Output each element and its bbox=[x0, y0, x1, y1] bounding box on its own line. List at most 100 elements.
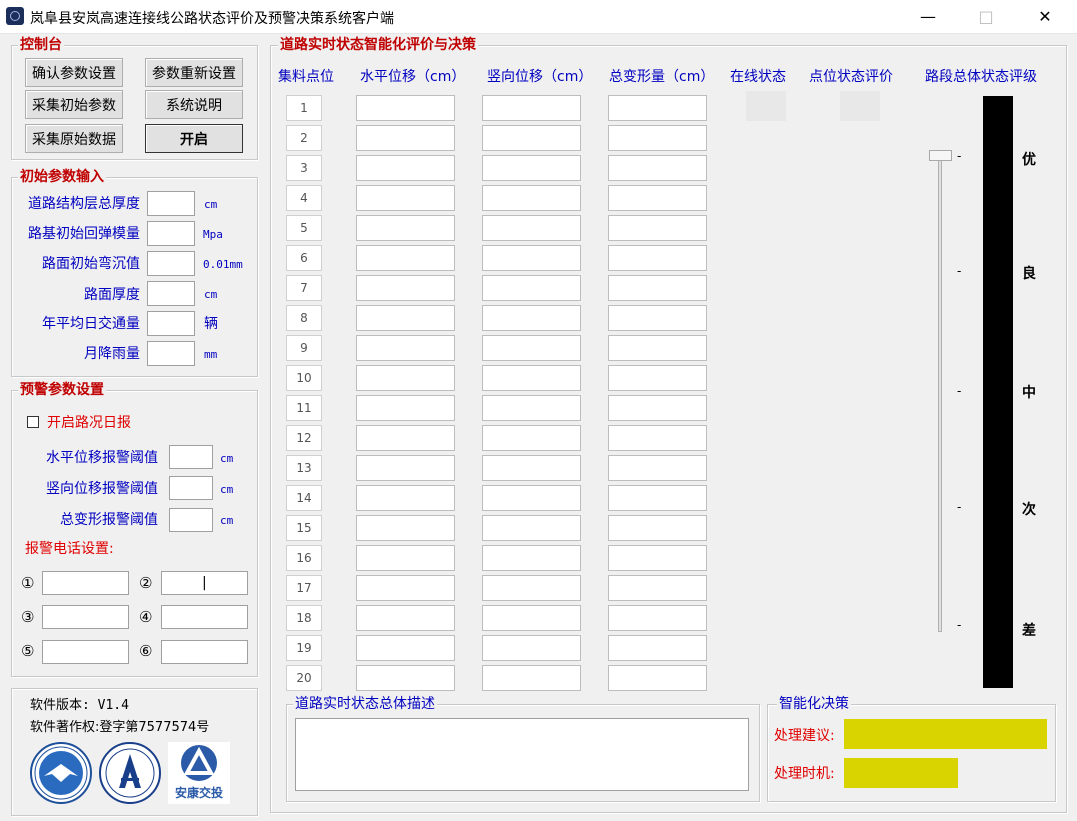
total-cell[interactable] bbox=[608, 395, 707, 421]
minimize-button[interactable]: — bbox=[905, 0, 951, 33]
total-cell[interactable] bbox=[608, 305, 707, 331]
total-cell[interactable] bbox=[608, 545, 707, 571]
grade-poor: 差 bbox=[1022, 623, 1036, 639]
vertical-cell[interactable] bbox=[482, 155, 581, 181]
total-cell[interactable] bbox=[608, 95, 707, 121]
row-point-label: 2 bbox=[286, 125, 322, 151]
start-button[interactable]: 开启 bbox=[145, 124, 243, 153]
horizontal-cell[interactable] bbox=[356, 545, 455, 571]
horizontal-cell[interactable] bbox=[356, 125, 455, 151]
total-cell[interactable] bbox=[608, 485, 707, 511]
rainfall-input[interactable] bbox=[147, 341, 195, 366]
collect-raw-button[interactable]: 采集原始数据 bbox=[25, 124, 123, 153]
traffic-unit: 辆 bbox=[204, 316, 218, 332]
vertical-cell[interactable] bbox=[482, 125, 581, 151]
description-textarea[interactable] bbox=[295, 718, 749, 791]
phone-5-number: ⑤ bbox=[21, 642, 35, 660]
total-cell[interactable] bbox=[608, 155, 707, 181]
vertical-cell[interactable] bbox=[482, 425, 581, 451]
total-cell[interactable] bbox=[608, 335, 707, 361]
row-point-label: 16 bbox=[286, 545, 322, 571]
vertical-cell[interactable] bbox=[482, 575, 581, 601]
horizontal-cell[interactable] bbox=[356, 95, 455, 121]
horizontal-cell[interactable] bbox=[356, 185, 455, 211]
total-cell[interactable] bbox=[608, 125, 707, 151]
horizontal-cell[interactable] bbox=[356, 665, 455, 691]
total-cell[interactable] bbox=[608, 635, 707, 661]
vertical-cell[interactable] bbox=[482, 185, 581, 211]
horizontal-cell[interactable] bbox=[356, 635, 455, 661]
row-point-label: 19 bbox=[286, 635, 322, 661]
horizontal-cell[interactable] bbox=[356, 275, 455, 301]
horizontal-cell[interactable] bbox=[356, 605, 455, 631]
total-cell[interactable] bbox=[608, 515, 707, 541]
horizontal-threshold-input[interactable] bbox=[169, 445, 213, 469]
total-cell[interactable] bbox=[608, 665, 707, 691]
horizontal-cell[interactable] bbox=[356, 455, 455, 481]
horizontal-cell[interactable] bbox=[356, 155, 455, 181]
vertical-cell[interactable] bbox=[482, 515, 581, 541]
phone-6-input[interactable] bbox=[161, 640, 248, 664]
vertical-cell[interactable] bbox=[482, 455, 581, 481]
horizontal-cell[interactable] bbox=[356, 485, 455, 511]
pavement-thickness-input[interactable] bbox=[147, 281, 195, 306]
phone-5-input[interactable] bbox=[42, 640, 129, 664]
thickness-input[interactable] bbox=[147, 191, 195, 216]
horizontal-cell[interactable] bbox=[356, 575, 455, 601]
traffic-label: 年平均日交通量 bbox=[42, 316, 140, 332]
vertical-cell[interactable] bbox=[482, 665, 581, 691]
warning-title: 预警参数设置 bbox=[18, 382, 106, 398]
total-cell[interactable] bbox=[608, 215, 707, 241]
vertical-cell[interactable] bbox=[482, 365, 581, 391]
phone-1-input[interactable] bbox=[42, 571, 129, 595]
traffic-input[interactable] bbox=[147, 311, 195, 336]
total-cell[interactable] bbox=[608, 575, 707, 601]
vertical-cell[interactable] bbox=[482, 485, 581, 511]
collect-initial-button[interactable]: 采集初始参数 bbox=[25, 90, 123, 119]
total-cell[interactable] bbox=[608, 275, 707, 301]
vertical-cell[interactable] bbox=[482, 215, 581, 241]
university-logo-1 bbox=[30, 742, 92, 808]
vertical-cell[interactable] bbox=[482, 635, 581, 661]
horizontal-cell[interactable] bbox=[356, 305, 455, 331]
horizontal-cell[interactable] bbox=[356, 335, 455, 361]
vertical-cell[interactable] bbox=[482, 245, 581, 271]
horizontal-cell[interactable] bbox=[356, 425, 455, 451]
reset-params-button[interactable]: 参数重新设置 bbox=[145, 58, 243, 87]
row-point-label: 4 bbox=[286, 185, 322, 211]
vertical-cell[interactable] bbox=[482, 95, 581, 121]
total-cell[interactable] bbox=[608, 245, 707, 271]
vertical-cell[interactable] bbox=[482, 395, 581, 421]
daily-report-checkbox[interactable] bbox=[27, 416, 39, 428]
vertical-cell[interactable] bbox=[482, 545, 581, 571]
vertical-cell[interactable] bbox=[482, 275, 581, 301]
phone-2-input[interactable]: | bbox=[161, 571, 248, 595]
horizontal-cell[interactable] bbox=[356, 245, 455, 271]
horizontal-cell[interactable] bbox=[356, 395, 455, 421]
horizontal-cell[interactable] bbox=[356, 215, 455, 241]
total-cell[interactable] bbox=[608, 605, 707, 631]
phone-4-input[interactable] bbox=[161, 605, 248, 629]
horizontal-cell[interactable] bbox=[356, 365, 455, 391]
deflection-input[interactable] bbox=[147, 251, 195, 276]
grade-slider-thumb[interactable] bbox=[929, 150, 952, 161]
vertical-threshold-input[interactable] bbox=[169, 476, 213, 500]
system-help-button[interactable]: 系统说明 bbox=[145, 90, 243, 119]
total-cell[interactable] bbox=[608, 455, 707, 481]
header-point-eval: 点位状态评价 bbox=[809, 69, 893, 85]
total-cell[interactable] bbox=[608, 185, 707, 211]
close-button[interactable]: ✕ bbox=[1022, 0, 1068, 33]
horizontal-cell[interactable] bbox=[356, 515, 455, 541]
maximize-button[interactable]: □ bbox=[963, 0, 1009, 33]
total-threshold-input[interactable] bbox=[169, 508, 213, 532]
grade-excellent: 优 bbox=[1022, 152, 1036, 168]
confirm-params-button[interactable]: 确认参数设置 bbox=[25, 58, 123, 87]
vertical-cell[interactable] bbox=[482, 605, 581, 631]
phone-3-input[interactable] bbox=[42, 605, 129, 629]
total-cell[interactable] bbox=[608, 365, 707, 391]
total-cell[interactable] bbox=[608, 425, 707, 451]
vertical-cell[interactable] bbox=[482, 305, 581, 331]
modulus-input[interactable] bbox=[147, 221, 195, 246]
vertical-cell[interactable] bbox=[482, 335, 581, 361]
row-point-label: 1 bbox=[286, 95, 322, 121]
